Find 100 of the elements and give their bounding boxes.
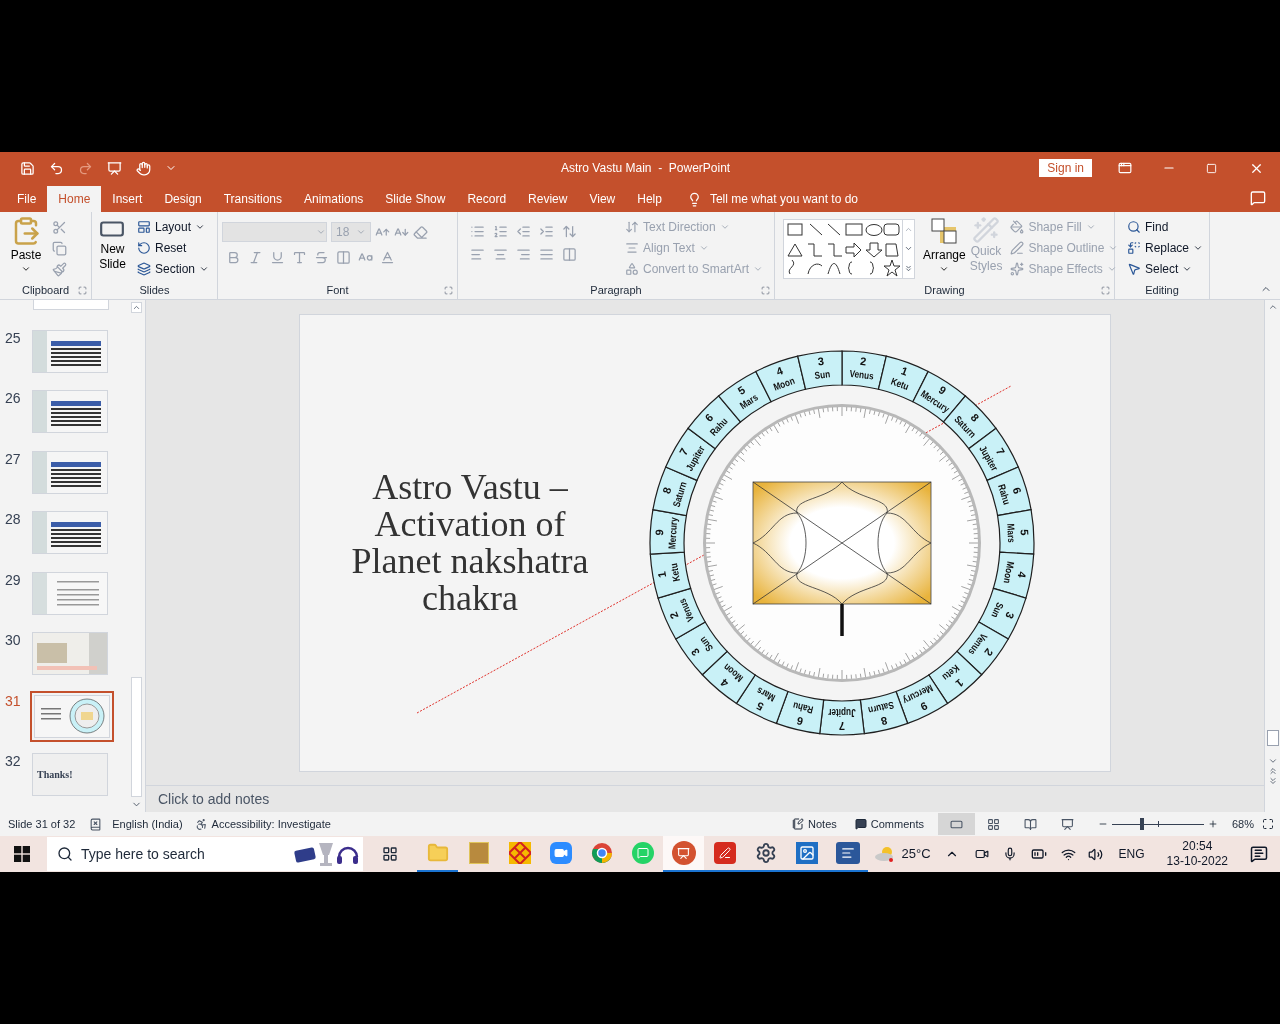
strikethrough-icon[interactable] — [314, 250, 329, 265]
windows-logo-icon[interactable] — [14, 846, 30, 862]
meet-now-icon[interactable] — [974, 847, 989, 861]
taskbar-search-bar[interactable]: Type here to search — [47, 837, 363, 871]
next-slide-icon[interactable] — [1267, 776, 1278, 786]
ribbon-tab[interactable]: Insert — [101, 186, 154, 212]
fit-slide-icon[interactable] — [1262, 818, 1274, 830]
ribbon-tab[interactable]: Slide Show — [374, 186, 457, 212]
character-spacing-icon[interactable] — [336, 250, 351, 265]
italic-icon[interactable] — [248, 250, 263, 265]
spelling-icon[interactable] — [89, 817, 103, 831]
clock-date[interactable]: 13-10-2022 — [1166, 854, 1228, 869]
undo-icon[interactable] — [49, 160, 64, 176]
slide-counter: Slide 31 of 32 — [8, 816, 76, 832]
line-spacing-icon[interactable] — [562, 224, 577, 239]
tell-me-search[interactable]: Tell me what you want to do — [709, 190, 858, 208]
nakshatra-number: 3 — [1003, 609, 1017, 621]
ribbon-tab[interactable]: Review — [517, 186, 579, 212]
accessibility-status[interactable]: Accessibility: Investigate — [211, 815, 331, 833]
search-field[interactable]: Type here to search — [81, 843, 281, 865]
ring-segment — [649, 551, 692, 599]
editor-scrollbar[interactable] — [1264, 300, 1280, 812]
microphone-icon[interactable] — [1002, 847, 1017, 861]
ribbon-tab[interactable]: View — [578, 186, 627, 212]
notifications-icon[interactable] — [1250, 845, 1268, 863]
more-icon[interactable] — [904, 263, 913, 273]
notes-placeholder[interactable]: Click to add notes — [158, 788, 270, 810]
task-view-icon[interactable] — [382, 846, 398, 862]
zoom-slider[interactable] — [1111, 817, 1204, 831]
present-icon[interactable] — [107, 160, 122, 176]
restore-icon[interactable] — [1206, 162, 1217, 174]
dialog-launcher-icon[interactable] — [761, 285, 770, 295]
zoom-in-icon[interactable] — [1207, 819, 1218, 829]
battery-icon[interactable] — [1030, 846, 1047, 862]
align-right-icon[interactable] — [516, 247, 531, 262]
text-shadow-icon[interactable] — [292, 250, 307, 265]
find-button[interactable]: Find — [1123, 216, 1208, 237]
dialog-launcher-icon[interactable] — [78, 285, 87, 295]
layout-button[interactable]: Layout — [132, 216, 213, 237]
align-center-icon[interactable] — [493, 247, 508, 262]
copy-icon[interactable] — [52, 241, 67, 256]
caret-icon — [356, 227, 366, 237]
dialog-launcher-icon[interactable] — [1101, 285, 1110, 295]
numbering-icon[interactable] — [493, 224, 508, 239]
align-left-icon[interactable] — [470, 247, 485, 262]
zoom-thumb[interactable] — [1140, 818, 1145, 830]
clock-time[interactable]: 20:54 — [1182, 839, 1213, 854]
ribbon-tab[interactable]: Transitions — [212, 186, 293, 212]
reset-button[interactable]: Reset — [132, 237, 213, 258]
wifi-icon[interactable] — [1060, 846, 1076, 862]
scroll-up-icon[interactable] — [131, 302, 142, 313]
underline-icon[interactable] — [270, 250, 285, 265]
taskbar-app[interactable] — [663, 836, 704, 872]
ribbon-display-icon[interactable] — [1118, 161, 1132, 175]
arrange-button[interactable]: Arrange — [923, 216, 966, 283]
partial-slide-thumbnail[interactable] — [33, 300, 109, 310]
font-color-icon[interactable] — [380, 250, 395, 265]
ribbon-tab[interactable]: Record — [456, 186, 518, 212]
ribbon-tab[interactable]: File — [6, 186, 48, 212]
touch-mode-icon[interactable] — [136, 160, 151, 176]
select-button[interactable]: Select — [1123, 258, 1208, 279]
font-name-field[interactable] — [222, 222, 327, 242]
language-label[interactable]: English (India) — [112, 815, 183, 833]
redo-icon[interactable] — [78, 160, 93, 176]
scroll-down-icon[interactable] — [1267, 756, 1278, 766]
justify-icon[interactable] — [539, 247, 554, 262]
slide-thumbnail-frame[interactable]: Thanks! — [30, 751, 110, 799]
zoom-level[interactable]: 68% — [1231, 815, 1254, 833]
notes-button[interactable]: Notes — [792, 815, 837, 833]
comments-icon[interactable] — [1250, 190, 1266, 206]
scroll-thumb[interactable] — [131, 677, 142, 797]
decrease-indent-icon[interactable] — [516, 224, 531, 239]
new-slide-button[interactable]: New Slide — [96, 216, 129, 283]
columns-icon[interactable] — [562, 247, 577, 262]
dialog-launcher-icon[interactable] — [444, 285, 453, 295]
nakshatra-number: 1 — [899, 363, 910, 378]
scroll-thumb[interactable] — [1266, 730, 1279, 746]
ribbon-tab[interactable]: Design — [153, 186, 213, 212]
ribbon-tab[interactable]: Help — [626, 186, 673, 212]
save-icon[interactable] — [20, 160, 35, 176]
section-button[interactable]: Section — [132, 258, 213, 279]
bold-icon[interactable] — [226, 250, 241, 265]
ribbon-tab[interactable]: Home — [47, 186, 102, 212]
temperature[interactable]: 25°C — [901, 844, 931, 864]
scissors-icon[interactable] — [52, 220, 67, 235]
input-language[interactable]: ENG — [1118, 845, 1145, 863]
ribbon-tab[interactable]: Animations — [293, 186, 375, 212]
previous-slide-icon[interactable] — [1267, 766, 1278, 776]
increase-indent-icon[interactable] — [539, 224, 554, 239]
nakshatra-number: 4 — [1015, 570, 1029, 579]
bullets-icon[interactable] — [470, 224, 485, 239]
sign-in-button[interactable]: Sign in — [1039, 159, 1092, 177]
scroll-up-icon[interactable] — [1267, 302, 1278, 312]
paste-button[interactable]: Paste — [4, 216, 48, 283]
replace-button[interactable]: Replace — [1123, 237, 1208, 258]
normal-view-icon[interactable] — [937, 813, 975, 835]
comments-button[interactable]: Comments — [854, 815, 924, 833]
volume-icon[interactable] — [1087, 846, 1103, 862]
paintbrush-icon[interactable] — [52, 262, 67, 277]
clear-formatting-icon[interactable] — [413, 224, 428, 240]
